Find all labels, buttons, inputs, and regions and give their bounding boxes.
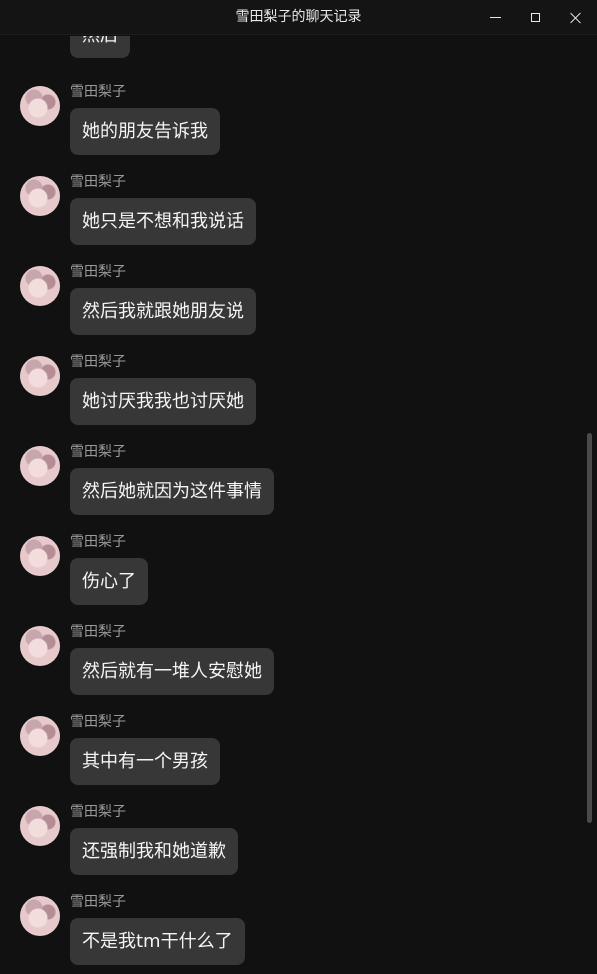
chat-message: 雪田梨子 然后她就因为这件事情 <box>0 444 584 536</box>
minimize-icon <box>489 17 501 18</box>
message-bubble: 然后就有一堆人安慰她 <box>70 648 274 695</box>
message-bubble: 不是我tm干什么了 <box>70 918 245 965</box>
sender-name: 雪田梨子 <box>70 804 126 820</box>
message-bubble: 其中有一个男孩 <box>70 738 220 785</box>
avatar[interactable] <box>20 446 60 486</box>
sender-name: 雪田梨子 <box>70 714 126 730</box>
close-icon <box>569 12 581 24</box>
chat-message: 雪田梨子 然后我就跟她朋友说 <box>0 264 584 356</box>
title-bar: 雪田梨子的聊天记录 <box>0 0 597 35</box>
chat-history[interactable]: 然后 雪田梨子 她的朋友告诉我 雪田梨子 她只是不想和我说话 雪田梨子 然后我就… <box>0 36 584 974</box>
message-bubble: 然后她就因为这件事情 <box>70 468 274 515</box>
avatar[interactable] <box>20 626 60 666</box>
scrollbar-thumb[interactable] <box>587 433 592 823</box>
sender-name: 雪田梨子 <box>70 534 126 550</box>
avatar[interactable] <box>20 176 60 216</box>
message-bubble: 她讨厌我我也讨厌她 <box>70 378 256 425</box>
chat-message: 雪田梨子 伤心了 <box>0 534 584 626</box>
scrollbar[interactable] <box>584 36 597 974</box>
sender-name: 雪田梨子 <box>70 354 126 370</box>
avatar[interactable] <box>20 356 60 396</box>
sender-name: 雪田梨子 <box>70 444 126 460</box>
chat-message: 雪田梨子 她只是不想和我说话 <box>0 174 584 266</box>
minimize-button[interactable] <box>475 0 515 35</box>
chat-message: 雪田梨子 她讨厌我我也讨厌她 <box>0 354 584 446</box>
message-bubble: 然后我就跟她朋友说 <box>70 288 256 335</box>
sender-name: 雪田梨子 <box>70 894 126 910</box>
maximize-button[interactable] <box>515 0 555 35</box>
sender-name: 雪田梨子 <box>70 624 126 640</box>
chat-message: 雪田梨子 不是我tm干什么了 <box>0 894 584 974</box>
message-bubble: 然后 <box>70 36 130 58</box>
message-bubble: 她的朋友告诉我 <box>70 108 220 155</box>
chat-message: 雪田梨子 然后就有一堆人安慰她 <box>0 624 584 716</box>
avatar[interactable] <box>20 806 60 846</box>
maximize-icon <box>530 13 540 22</box>
message-bubble: 伤心了 <box>70 558 148 605</box>
avatar[interactable] <box>20 716 60 756</box>
message-bubble: 她只是不想和我说话 <box>70 198 256 245</box>
avatar[interactable] <box>20 86 60 126</box>
chat-message: 雪田梨子 其中有一个男孩 <box>0 714 584 806</box>
sender-name: 雪田梨子 <box>70 264 126 280</box>
message-bubble: 还强制我和她道歉 <box>70 828 238 875</box>
sender-name: 雪田梨子 <box>70 84 126 100</box>
avatar[interactable] <box>20 266 60 306</box>
avatar[interactable] <box>20 536 60 576</box>
chat-message: 雪田梨子 她的朋友告诉我 <box>0 84 584 176</box>
chat-message: 雪田梨子 还强制我和她道歉 <box>0 804 584 896</box>
sender-name: 雪田梨子 <box>70 174 126 190</box>
close-button[interactable] <box>555 0 595 35</box>
avatar[interactable] <box>20 896 60 936</box>
